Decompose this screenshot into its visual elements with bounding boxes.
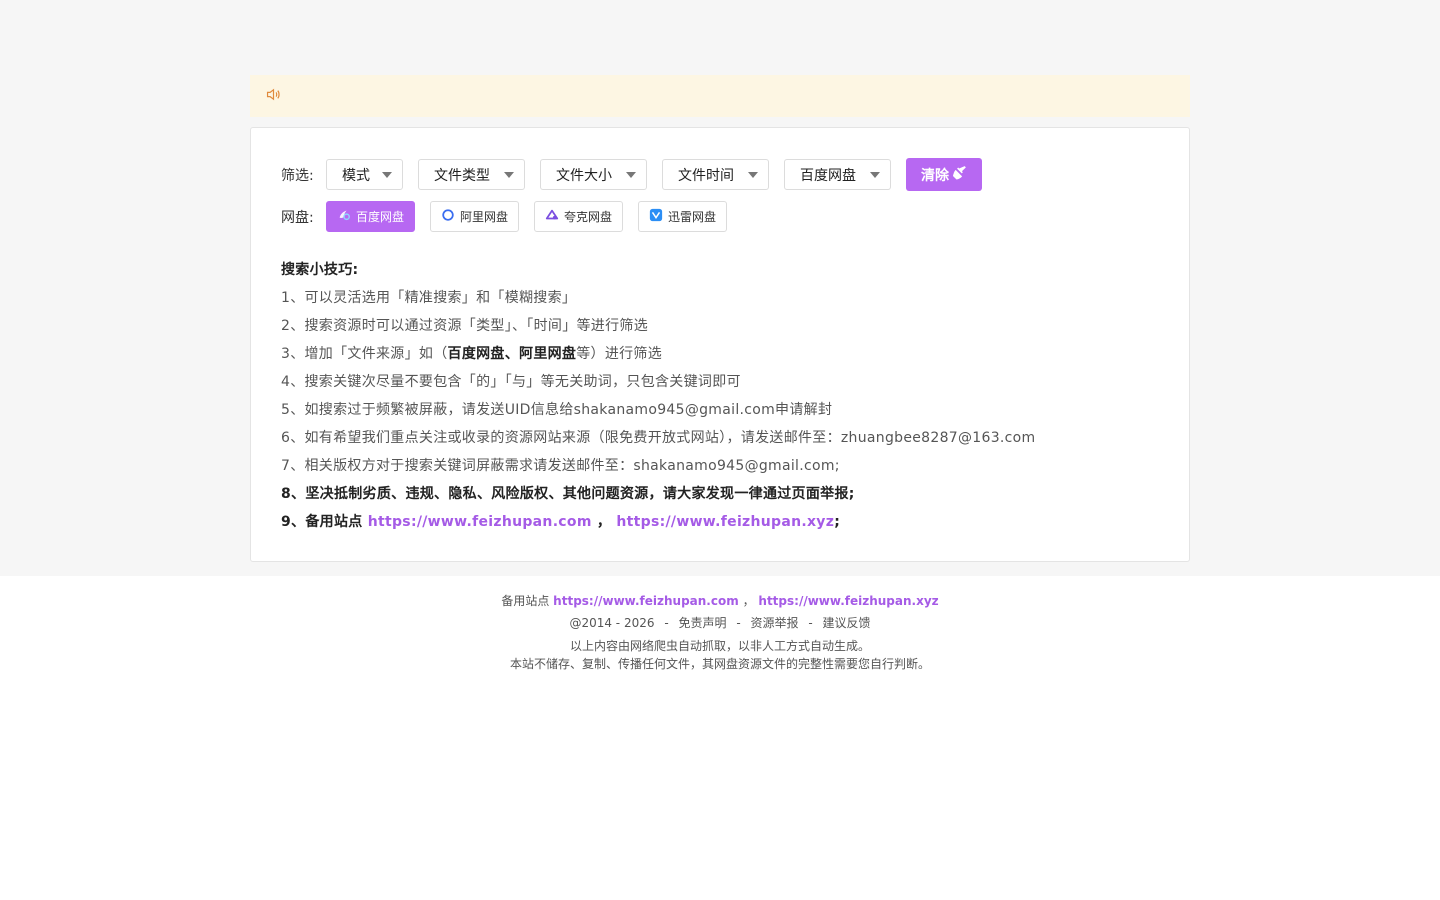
clear-button[interactable]: 清除 [906,158,982,191]
speaker-icon [265,86,282,107]
chevron-down-icon [382,171,392,178]
report-link[interactable]: 资源举报 [751,616,799,630]
search-tips: 搜索小技巧: 1、可以灵活选用「精准搜索」和「模糊搜索」 2、搜索资源时可以通过… [281,256,1159,536]
chevron-down-icon [870,171,880,178]
notice-bar [250,75,1190,117]
chevron-down-icon [504,171,514,178]
footer-note-2: 本站不储存、复制、传播任何文件，其网盘资源文件的完整性需要您自行判断。 [509,657,930,671]
pan-source-dropdown[interactable]: 百度网盘 [784,159,891,190]
pan-row: 网盘: 百度网盘 阿里网盘 夸克网盘 迅雷网盘 [281,201,1159,232]
tip-8: 8、坚决抵制劣质、违规、隐私、风险版权、其他问题资源，请大家发现一律通过页面举报… [281,486,855,502]
backup-link-xyz[interactable]: https://www.feizhupan.xyz [616,514,834,530]
tip-6: 6、如有希望我们重点关注或收录的资源网站来源（限免费开放式网站），请发送邮件至：… [281,430,1036,446]
pan-baidu-button[interactable]: 百度网盘 [326,201,416,232]
mode-dropdown[interactable]: 模式 [326,159,403,190]
footer-links: @2014 - 2026 - 免责声明 - 资源举报 - 建议反馈 [569,616,871,630]
tip-3: 3、增加「文件来源」如（百度网盘、阿里网盘等）进行筛选 [281,346,663,362]
file-type-dropdown[interactable]: 文件类型 [418,159,525,190]
tip-7: 7、相关版权方对于搜索关键词屏蔽需求请发送邮件至：shakanamo945@gm… [281,458,840,474]
chevron-down-icon [748,171,758,178]
file-size-dropdown[interactable]: 文件大小 [540,159,647,190]
pan-ali-button[interactable]: 阿里网盘 [430,201,520,232]
search-options-card: 筛选: 模式 文件类型 文件大小 文件时间 百度网盘 清除 网盘: 百度网盘 阿… [250,127,1190,562]
xunlei-pan-icon [649,208,668,225]
footer-backup-sites: 备用站点 https://www.feizhupan.com ， https:/… [501,594,939,608]
tip-4: 4、搜索关键次尽量不要包含「的」「与」等无关助词，只包含关键词即可 [281,374,741,390]
file-time-dropdown[interactable]: 文件时间 [662,159,769,190]
ali-pan-icon [441,208,460,225]
baidu-pan-icon [337,208,356,225]
tip-9: 9、备用站点 https://www.feizhupan.com ， https… [281,514,841,530]
chevron-down-icon [626,171,636,178]
footer-note-1: 以上内容由网络爬虫自动抓取，以非人工方式自动生成。 [569,639,870,653]
tip-5: 5、如搜索过于频繁被屏蔽，请发送UID信息给shakanamo945@gmail… [281,402,833,418]
tip-2: 2、搜索资源时可以通过资源「类型」、「时间」等进行筛选 [281,318,649,334]
footer-link-xyz[interactable]: https://www.feizhupan.xyz [758,594,938,608]
copyright: @2014 - 2026 [569,616,655,630]
footer: 备用站点 https://www.feizhupan.com ， https:/… [0,576,1440,673]
footer-link-com[interactable]: https://www.feizhupan.com [553,594,739,608]
main-area: 筛选: 模式 文件类型 文件大小 文件时间 百度网盘 清除 网盘: 百度网盘 阿… [0,0,1440,576]
pan-quark-button[interactable]: 夸克网盘 [534,201,624,232]
quark-pan-icon [545,208,564,225]
tip-1: 1、可以灵活选用「精准搜索」和「模糊搜索」 [281,290,577,306]
filter-label: 筛选: [281,167,314,184]
pan-xunlei-button[interactable]: 迅雷网盘 [638,201,728,232]
filter-row: 筛选: 模式 文件类型 文件大小 文件时间 百度网盘 清除 [281,158,1159,191]
tips-title: 搜索小技巧: [281,262,359,278]
disclaimer-link[interactable]: 免责声明 [679,616,727,630]
feedback-link[interactable]: 建议反馈 [823,616,871,630]
pan-label: 网盘: [281,209,314,226]
broom-icon [949,165,967,184]
backup-link-com[interactable]: https://www.feizhupan.com [368,514,592,530]
